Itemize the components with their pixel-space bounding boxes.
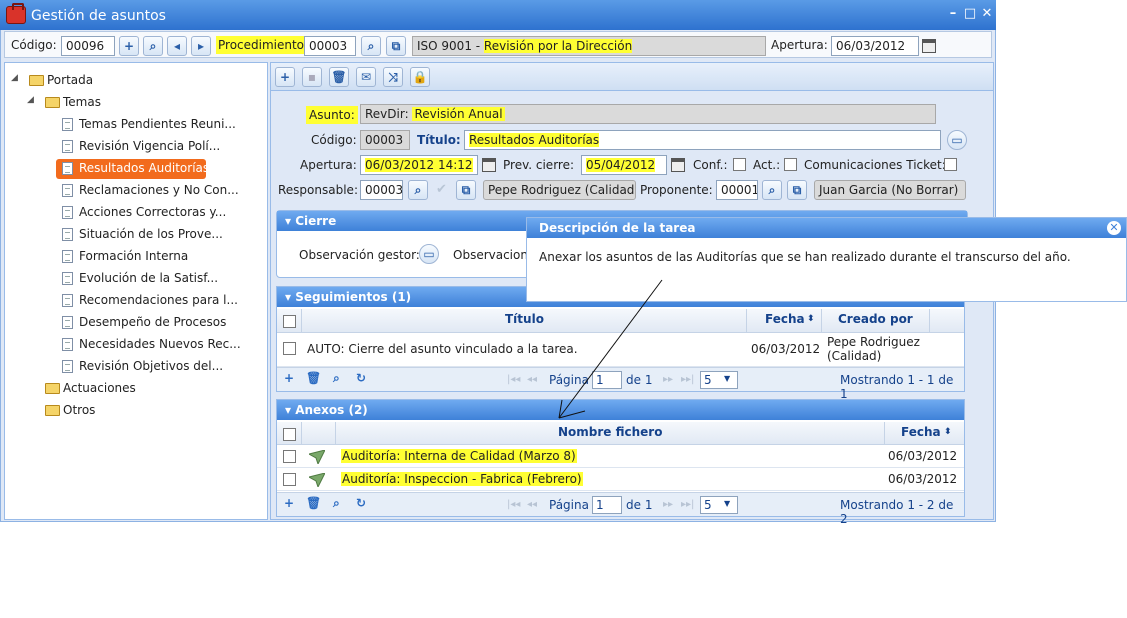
annotation-arrow xyxy=(558,279,663,419)
